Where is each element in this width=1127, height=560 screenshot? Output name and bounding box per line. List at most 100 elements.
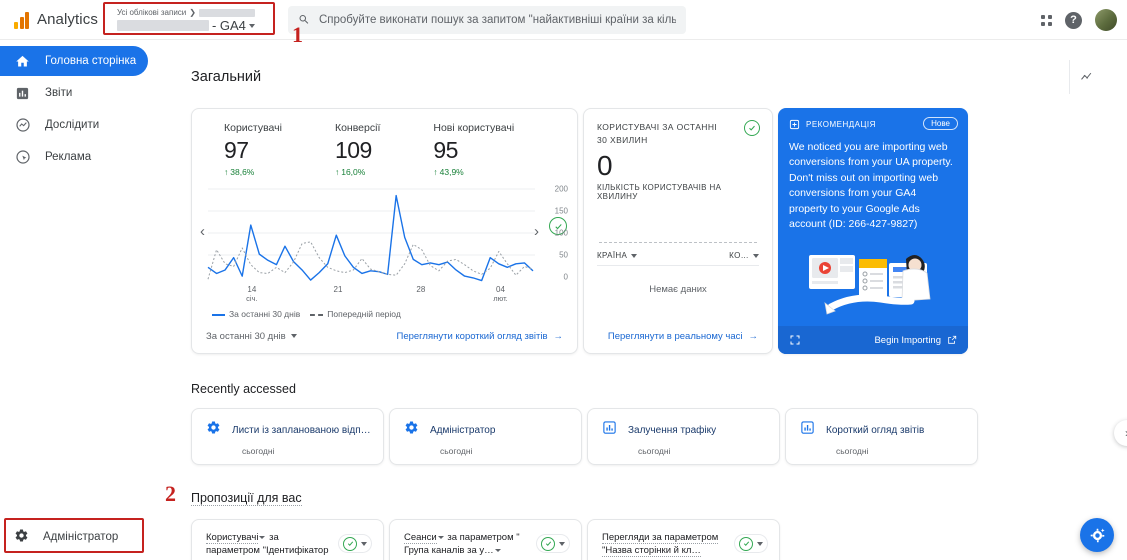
recent-item-line: Листи із запланованою відправ… [206,420,383,440]
overview-cards-row: ‹ › Користувачі 97 ↑ 38,6% Конверсії 109 … [191,108,1127,354]
metric-label: Користувачі [224,122,282,134]
recommendation-illustration [778,242,968,320]
recent-item-time: сьогодні [440,446,473,456]
recommendation-footer: Begin Importing [778,326,968,354]
realtime-column-users[interactable]: КО… [729,251,759,260]
search-placeholder: Спробуйте виконати пошук за запитом "най… [318,13,676,26]
list-item[interactable]: Залучення трафіку сьогодні [587,408,780,465]
sidebar-item-label-advertising: Реклама [45,151,92,163]
realtime-subtitle: КІЛЬКІСТЬ КОРИСТУВАЧІВ НА ХВИЛИНУ [597,183,722,202]
suggestion-card[interactable]: Перегляди за параметром "Назва сторінки … [587,519,780,560]
suggestion-text: Користувачі за параметром "Ідентифікатор… [206,531,331,560]
view-realtime-link[interactable]: Переглянути в реальному часі → [608,331,758,342]
search-input[interactable]: Спробуйте виконати пошук за запитом "най… [287,5,686,34]
chart-x-tick: 14 січ. [246,285,258,303]
sidebar-item-home[interactable]: Головна сторінка [0,46,148,76]
analytics-home-page: Analytics Усі облікові записи ❯ - GA4 Сп… [0,0,1127,560]
suggestion-card[interactable]: Користувачі за параметром "Ідентифікатор… [191,519,384,560]
chart-legend: За останні 30 днів Попередній період [212,309,577,319]
legend-swatch-dashed [310,313,324,316]
sidebar-item-advertising[interactable]: Реклама [0,142,160,172]
realtime-title: КОРИСТУВАЧІ ЗА ОСТАННІ 30 ХВИЛИН [597,122,718,146]
date-range-label: За останні 30 днів [206,330,286,342]
property-selector[interactable]: Усі облікові записи ❯ - GA4 [110,3,274,37]
chevron-down-icon [753,253,759,258]
recent-item-line: Адміністратор [404,420,581,440]
arrow-up-icon: ↑ [334,167,340,177]
realtime-column-country[interactable]: КРАЇНА [597,251,638,260]
check-circle-icon [343,536,357,551]
suggestion-controls[interactable] [734,534,768,553]
sidebar-item-reports[interactable]: Звіти [0,78,160,108]
assistant-sparkle-icon [1090,528,1105,542]
suggestion-dimension[interactable]: "Назва сторінки й кл… [602,545,701,558]
overview-card-footer: За останні 30 днів Переглянути короткий … [192,319,577,353]
legend-item-previous: Попередній період [310,309,401,319]
suggestion-card[interactable]: Сеанси за параметром " Група каналів за … [389,519,582,560]
suggestion-text: Сеанси за параметром " Група каналів за … [404,531,529,558]
sidebar-item-admin[interactable]: Адміністратор [0,522,160,552]
list-item[interactable]: Листи із запланованою відправ… сьогодні [191,408,384,465]
chart-y-tick: 0 [563,272,568,282]
suggestion-controls[interactable] [536,534,570,553]
legend-item-current: За останні 30 днів [212,309,300,319]
assistant-fab-button[interactable] [1080,518,1114,552]
redacted-account-name [198,8,255,17]
list-item[interactable]: Короткий огляд звітів сьогодні [785,408,978,465]
suggestion-controls[interactable] [338,534,372,553]
chevron-down-icon [494,549,501,553]
recent-item-line: Залучення трафіку [602,420,779,440]
insights-button[interactable] [1069,60,1103,94]
annotation-marker-1: 1 [292,22,303,47]
analytics-logo-icon [14,11,29,29]
expand-icon[interactable] [789,334,801,346]
recently-accessed-next-button[interactable]: › [1114,420,1127,446]
recommendation-plus-icon [789,119,800,130]
redacted-property-name [116,20,209,31]
sidebar-item-label-home: Головна сторінка [45,55,137,67]
brand-name: Analytics [37,11,98,28]
gear-icon [14,528,29,546]
suggestion-metric[interactable]: Сеанси [404,532,437,544]
date-range-selector[interactable]: За останні 30 днів [206,331,297,342]
apps-grid-icon[interactable] [1041,14,1052,26]
chart-y-tick: 150 [554,206,568,216]
chart-y-tick: 200 [554,184,568,194]
bar-chart-icon [800,420,815,440]
chevron-down-icon [559,541,565,546]
chevron-down-icon [631,253,638,258]
chevron-down-icon [437,535,444,539]
begin-importing-button[interactable]: Begin Importing [874,335,957,346]
overview-metrics: Користувачі 97 ↑ 38,6% Конверсії 109 ↑ 16,… [192,109,577,177]
metric-delta: ↑ 38,6% [224,167,255,177]
view-reports-snapshot-link[interactable]: Переглянути короткий огляд звітів → [396,331,563,342]
chevron-down-icon [248,23,255,28]
recent-item-name: Залучення трафіку [628,424,717,436]
user-avatar[interactable] [1095,9,1117,31]
realtime-status-badge[interactable] [744,120,760,136]
sidebar-item-explore[interactable]: Дослідити [0,110,160,140]
metric-users: Користувачі 97 ↑ 38,6% [224,122,282,177]
help-icon[interactable]: ? [1065,11,1082,29]
property-name-row: - GA4 [116,18,268,33]
chevron-down-icon [290,334,297,338]
open-in-new-icon [948,335,957,344]
realtime-table-header: КРАЇНА КО… [597,251,759,267]
main-content: Загальний ‹ › Користувачі 97 ↑ 38,6% Кон… [160,40,1127,560]
chevron-down-icon [361,541,367,546]
realtime-card-footer: Переглянути в реальному часі → [584,319,772,353]
bar-chart-icon [602,420,617,440]
recent-item-name: Адміністратор [430,424,496,436]
advertising-icon [14,149,31,166]
metric-delta: ↑ 16,0% [334,167,366,177]
list-item[interactable]: Адміністратор сьогодні [389,408,582,465]
check-circle-icon [541,536,555,551]
page-title: Загальний [191,69,262,85]
chevron-right-icon: ❯ [189,8,196,17]
chart-x-tick: 21 [333,285,343,294]
suggestion-metric[interactable]: Перегляди за параметром [602,532,719,544]
realtime-no-data: Немає даних [649,284,707,296]
metric-value: 109 [334,137,372,163]
suggestion-text: Перегляди за параметром "Назва сторінки … [602,531,727,558]
suggestion-metric[interactable]: Користувачі [206,532,259,544]
